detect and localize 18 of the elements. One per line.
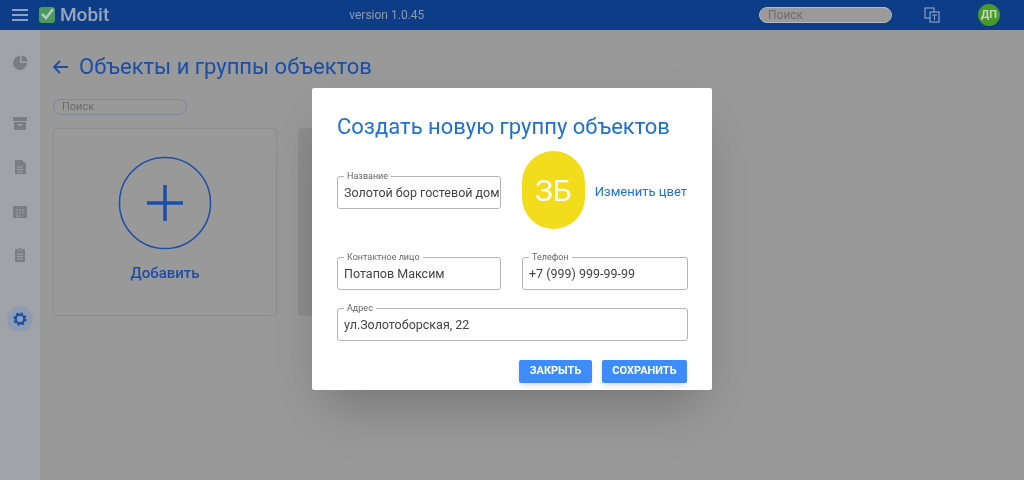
close-button[interactable]: ЗАКРЫТЬ (519, 360, 592, 383)
dialog-title: Создать новую группу объектов (337, 113, 671, 141)
version-text: version 1.0.45 (349, 7, 425, 24)
save-button[interactable]: СОХРАНИТЬ (602, 360, 687, 383)
field-label: Название (344, 169, 392, 182)
field-value: +7 (999) 999-99-99 (529, 266, 636, 282)
add-label: Добавить (130, 262, 200, 284)
field-value: Потапов Максим (344, 266, 445, 282)
field-value: ул.Золотоборская, 22 (344, 317, 470, 333)
field-label: Адрес (344, 302, 376, 314)
color-badge: ЗБ (522, 151, 585, 229)
app-name: Mobit (60, 1, 110, 28)
field-label: Телефон (529, 251, 572, 263)
page-title: Объекты и группы объектов (79, 53, 372, 81)
add-card[interactable]: Добавить (53, 127, 277, 316)
field-label: Контактное лицо (344, 251, 423, 263)
field-value: Золотой бор гостевой дом (344, 184, 500, 201)
change-color-link[interactable]: Изменить цвет (594, 182, 687, 202)
